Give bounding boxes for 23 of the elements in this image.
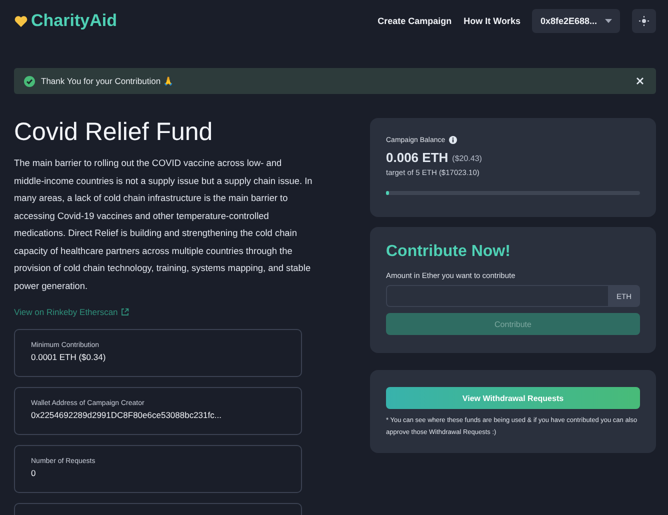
etherscan-link[interactable]: View on Rinkeby Etherscan	[14, 307, 118, 317]
campaign-description: The main barrier to rolling out the COVID vaccine across low- and middle-income countries is not a supply issue but a supply chain issue. In many areas, a lack of cold chain infrastructure is the main barrier to accessing Covid-19 vaccines and other temperature-controlled medications. Direct Relief is building and strengthening the cold chain capacity of healthcare partners across multiple countries through the provision of cold chain technology, training, systems mapping, and stable power generation.	[14, 157, 314, 293]
theme-toggle-button[interactable]	[632, 9, 656, 33]
balance-usd: ($20.43)	[452, 154, 482, 163]
sun-icon	[639, 16, 649, 26]
caret-icon	[605, 18, 612, 24]
info-icon	[449, 136, 458, 144]
contribute-heading: Contribute Now!	[386, 243, 512, 261]
external-link-icon	[120, 308, 129, 316]
account-dropdown[interactable]: 0x8fe2E688...	[532, 9, 620, 33]
stat-value: 0	[31, 468, 37, 478]
nav-link[interactable]: How It Works	[464, 16, 520, 26]
alert-message: Thank You for your Contribution 🙏	[41, 76, 175, 86]
stat-value: 0x2254692289d2991DC8F80e6ce53088bc231fc...	[31, 410, 222, 420]
brand-logo[interactable]: CharityAid	[31, 11, 117, 31]
close-icon	[636, 77, 644, 85]
heart-icon	[14, 14, 28, 28]
check-circle-icon	[24, 76, 35, 86]
close-button[interactable]	[634, 75, 646, 87]
stat-value: 0.0001 ETH ($0.34)	[31, 352, 107, 362]
balance-amount: 0.006 ETH	[386, 150, 448, 165]
nav-link[interactable]: Create Campaign	[378, 16, 452, 26]
campaign-title: Covid Relief Fund	[14, 118, 214, 147]
